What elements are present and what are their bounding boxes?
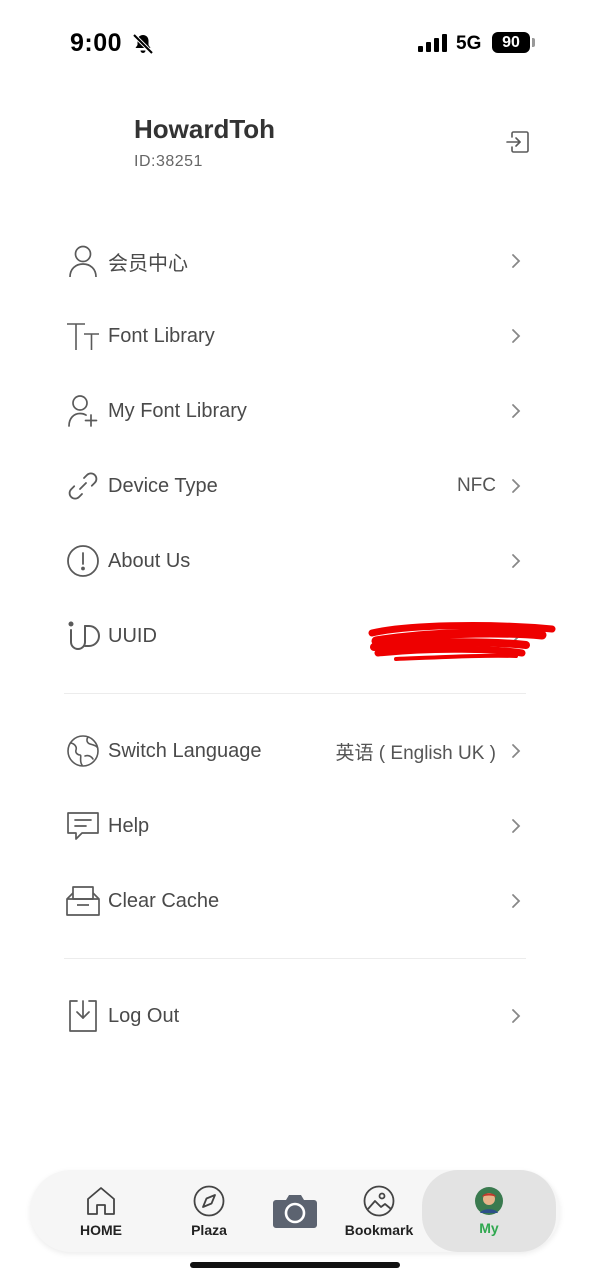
tab-label: HOME [80, 1222, 122, 1238]
chevron-right-icon [512, 254, 521, 268]
message-icon [64, 807, 102, 845]
font-icon [64, 317, 102, 355]
login-icon[interactable] [504, 128, 532, 156]
bell-slash-icon [132, 33, 154, 55]
link-icon [64, 467, 102, 505]
chevron-right-icon [512, 554, 521, 568]
signal-icon [418, 34, 447, 52]
menu-item-switch-language[interactable]: Switch Language 英语 ( English UK ) [64, 722, 526, 780]
user-add-icon [64, 392, 102, 430]
divider [64, 693, 526, 694]
home-indicator [190, 1262, 400, 1268]
menu-label: Clear Cache [108, 889, 220, 912]
device-type-value: NFC [456, 475, 496, 496]
language-value: 英语 ( English UK ) [335, 742, 496, 764]
status-bar: 9:00 5G 90 [0, 0, 589, 88]
username: HowardToh [134, 114, 276, 144]
user-id: ID:38251 [134, 153, 203, 170]
globe-icon [64, 732, 102, 770]
tab-my[interactable]: My [422, 1170, 556, 1252]
redaction-scribble [368, 622, 556, 661]
menu-item-log-out[interactable]: Log Out [64, 987, 526, 1045]
profile-header: HowardToh ID:38251 [134, 114, 275, 171]
gallery-icon [363, 1185, 395, 1217]
menu-item-help[interactable]: Help [64, 797, 526, 855]
menu-label: About Us [108, 549, 191, 572]
home-icon [87, 1187, 115, 1215]
chevron-right-icon [512, 894, 521, 908]
tab-plaza[interactable]: Plaza [178, 1170, 240, 1252]
tab-home[interactable]: HOME [70, 1170, 132, 1252]
tab-camera[interactable] [268, 1170, 322, 1252]
menu-label: Help [108, 814, 150, 837]
chevron-right-icon [512, 404, 521, 418]
menu-label: My Font Library [108, 399, 247, 422]
tab-label: Bookmark [344, 1222, 414, 1238]
menu-item-device-type[interactable]: Device Type NFC [64, 457, 526, 515]
menu-item-member-center[interactable]: 会员中心 [64, 232, 526, 290]
info-icon [64, 542, 102, 580]
camera-icon [273, 1195, 317, 1228]
status-time: 9:00 [70, 29, 123, 57]
chevron-right-icon [512, 744, 521, 758]
menu-label: Device Type [108, 474, 218, 497]
bottom-tab-bar: HOME Plaza Bookmark My [30, 1170, 560, 1252]
divider [64, 958, 526, 959]
chevron-right-icon [512, 479, 521, 493]
battery-tip [532, 38, 535, 47]
chevron-right-icon [512, 329, 521, 343]
tab-label: Plaza [191, 1222, 227, 1238]
uuid-icon [64, 617, 102, 655]
user-icon [64, 242, 102, 280]
tab-label: My [479, 1220, 499, 1236]
chevron-right-icon [512, 1009, 521, 1023]
menu-label: 会员中心 [108, 252, 188, 275]
tab-bookmark[interactable]: Bookmark [340, 1170, 418, 1252]
menu-item-font-library[interactable]: Font Library [64, 307, 526, 365]
battery-indicator: 90 [492, 32, 530, 53]
menu-item-clear-cache[interactable]: Clear Cache [64, 872, 526, 930]
download-icon [64, 997, 102, 1035]
menu-label: Switch Language [108, 739, 262, 762]
menu-item-my-font-library[interactable]: My Font Library [64, 382, 526, 440]
box-icon [64, 882, 102, 920]
network-type: 5G [456, 33, 482, 54]
avatar [475, 1187, 503, 1215]
menu-label: Log Out [108, 1004, 180, 1027]
menu-item-about-us[interactable]: About Us [64, 532, 526, 590]
chevron-right-icon [512, 819, 521, 833]
compass-icon [193, 1185, 225, 1217]
menu-label: Font Library [108, 324, 215, 347]
